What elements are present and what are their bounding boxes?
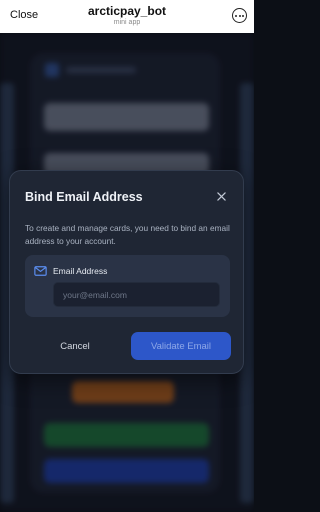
close-icon[interactable]	[213, 188, 229, 204]
screen: Close arcticpay_bot mini app Bind Email …	[0, 0, 254, 512]
email-input[interactable]	[53, 282, 220, 307]
bind-email-dialog: Bind Email Address To create and manage …	[9, 170, 244, 374]
more-options-icon[interactable]	[232, 8, 247, 23]
email-field-label: Email Address	[53, 266, 108, 276]
mail-icon	[34, 266, 47, 276]
dialog-title: Bind Email Address	[25, 190, 143, 204]
email-field-group: Email Address	[25, 255, 230, 317]
header-title-group: arcticpay_bot mini app	[0, 4, 254, 27]
mini-app-header: Close arcticpay_bot mini app	[0, 0, 254, 33]
cancel-button[interactable]: Cancel	[35, 332, 115, 360]
validate-email-button[interactable]: Validate Email	[131, 332, 231, 360]
app-subtitle: mini app	[113, 19, 141, 26]
dialog-description: To create and manage cards, you need to …	[25, 223, 230, 246]
app-title: arcticpay_bot	[87, 4, 167, 18]
